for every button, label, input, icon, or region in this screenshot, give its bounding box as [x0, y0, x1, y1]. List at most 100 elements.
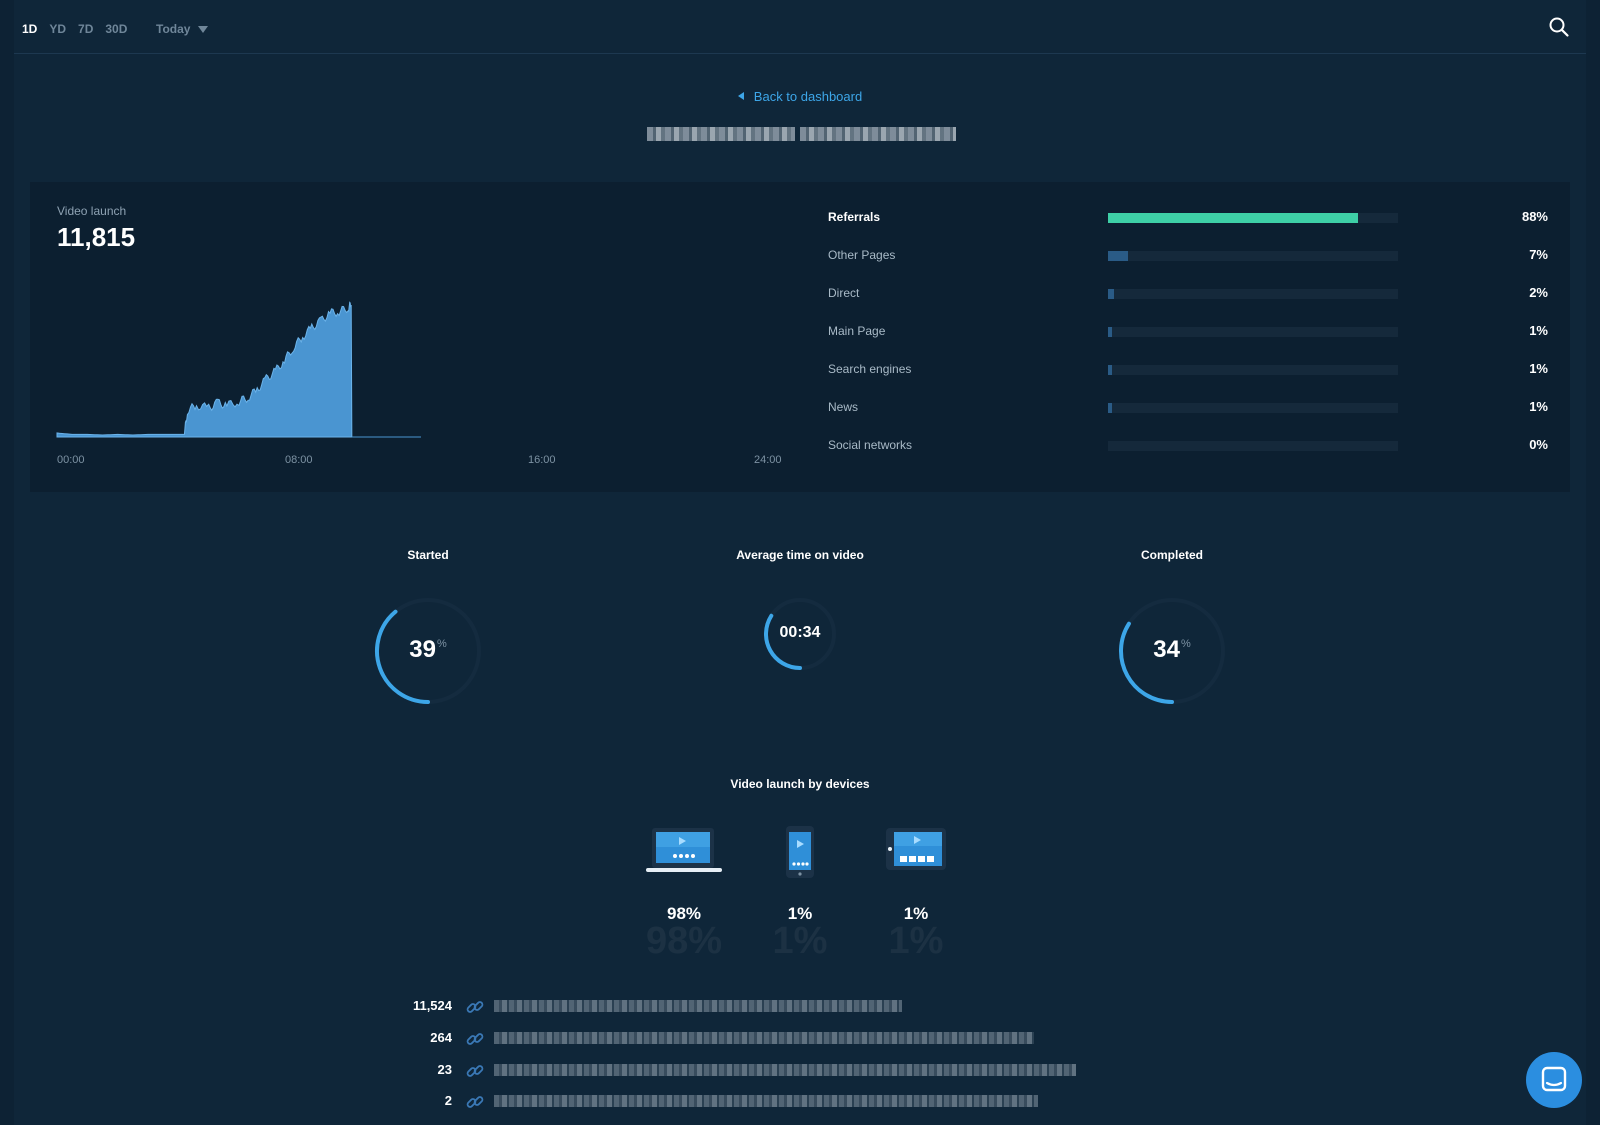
url-count: 264	[430, 1030, 452, 1045]
x-tick-label: 24:00	[754, 454, 782, 466]
device-phone: 1% 1%	[750, 826, 850, 962]
range-tabs: 1D YD 7D 30D	[22, 22, 127, 36]
phone-icon	[786, 826, 814, 878]
referral-row-news: News 1%	[828, 398, 1548, 418]
referral-label: News	[828, 400, 859, 414]
device-pct: 1%	[903, 904, 929, 923]
link-icon[interactable]	[466, 998, 484, 1016]
url-text-redacted[interactable]	[494, 1032, 1034, 1044]
percent-unit: %	[436, 638, 447, 650]
url-text-redacted[interactable]	[494, 1000, 902, 1012]
gauge-label-average-time: Average time on video	[736, 548, 864, 562]
referral-percent: 0%	[1529, 437, 1548, 452]
referral-bar-fill	[1108, 403, 1112, 413]
url-text-redacted[interactable]	[494, 1064, 1076, 1076]
back-to-dashboard-link[interactable]: Back to dashboard	[0, 89, 1600, 104]
referral-label: Referrals	[828, 210, 881, 224]
percent-unit: %	[1180, 638, 1191, 650]
gauge-label-started: Started	[407, 548, 449, 562]
laptop-icon	[646, 828, 722, 872]
device-pct-ghost: 98%	[645, 920, 723, 962]
left-edge	[0, 0, 14, 1125]
referral-bar-fill	[1108, 213, 1358, 223]
referral-bar-track	[1108, 365, 1398, 375]
back-link-label: Back to dashboard	[753, 89, 863, 104]
search-icon[interactable]	[1548, 16, 1570, 38]
referral-label: Other Pages	[828, 248, 896, 262]
device-pct: 98%	[666, 904, 702, 923]
device-pct: 1%	[787, 904, 813, 923]
referral-bar-fill	[1108, 327, 1112, 337]
link-icon[interactable]	[466, 1062, 484, 1080]
period-label: Today	[156, 22, 191, 36]
referral-percent: 1%	[1529, 361, 1548, 376]
back-arrow-icon	[737, 92, 744, 100]
referral-row-referrals: Referrals 88%	[828, 208, 1548, 228]
url-count: 23	[437, 1062, 452, 1077]
referral-percent: 7%	[1529, 247, 1548, 262]
chevron-down-icon	[198, 25, 209, 33]
video-launch-area	[56, 301, 353, 438]
x-tick-label: 16:00	[528, 454, 556, 466]
range-tab-1d[interactable]: 1D	[22, 22, 37, 36]
link-icon[interactable]	[466, 1030, 484, 1048]
referral-percent: 2%	[1529, 285, 1548, 300]
url-row: 264	[360, 1028, 1120, 1048]
period-dropdown[interactable]: Today	[156, 22, 209, 36]
referral-percent: 88%	[1521, 209, 1548, 224]
referral-bar-track	[1108, 213, 1398, 223]
range-tab-30d[interactable]: 30D	[105, 22, 127, 36]
range-tab-yd[interactable]: YD	[49, 22, 66, 36]
top-bar: 1D YD 7D 30D Today	[14, 0, 1586, 54]
referral-percent: 1%	[1529, 399, 1548, 414]
chat-button[interactable]	[1526, 1052, 1582, 1108]
video-launch-label: Video launch	[57, 204, 127, 218]
referral-bar-track	[1108, 441, 1398, 451]
completed-number: 34	[1153, 636, 1180, 663]
referral-row-main-page: Main Page 1%	[828, 322, 1548, 342]
video-launch-value: 11,815	[57, 222, 136, 252]
device-laptop: 98% 98%	[634, 826, 734, 962]
completed-value: 34%	[1117, 636, 1227, 664]
referral-percent: 1%	[1529, 323, 1548, 338]
right-edge	[1586, 0, 1600, 1125]
x-tick-label: 08:00	[285, 454, 313, 466]
devices-title: Video launch by devices	[730, 777, 870, 791]
url-text-redacted[interactable]	[494, 1095, 1038, 1107]
range-tab-7d[interactable]: 7D	[78, 22, 93, 36]
page-title-redacted	[647, 127, 956, 143]
average-time-value: 00:34	[779, 624, 821, 641]
referral-bar-track	[1108, 251, 1398, 261]
video-launch-panel: Video launch 11,815 00:00 08:00 16:00 24…	[30, 182, 1570, 492]
referral-bar-track	[1108, 289, 1398, 299]
started-value: 39%	[373, 636, 483, 664]
referral-bar-fill	[1108, 365, 1112, 375]
started-number: 39	[409, 636, 436, 663]
referral-row-direct: Direct 2%	[828, 284, 1548, 304]
referral-label: Main Page	[828, 324, 886, 338]
tablet-icon	[886, 828, 946, 870]
referral-row-social-networks: Social networks 0%	[828, 436, 1548, 456]
referral-label: Direct	[828, 286, 860, 300]
referral-label: Social networks	[828, 438, 913, 452]
referral-row-search-engines: Search engines 1%	[828, 360, 1548, 380]
referral-bar-track	[1108, 327, 1398, 337]
url-row: 2	[360, 1091, 1120, 1111]
url-count: 2	[444, 1093, 452, 1108]
url-row: 23	[360, 1060, 1120, 1080]
referral-bar-track	[1108, 403, 1398, 413]
chat-icon	[1541, 1066, 1567, 1092]
link-icon[interactable]	[466, 1093, 484, 1111]
device-tablet: 1% 1%	[866, 826, 966, 962]
url-count: 11,524	[412, 998, 452, 1013]
x-tick-label: 00:00	[57, 454, 85, 466]
device-pct-ghost: 1%	[888, 920, 944, 962]
video-launch-chart	[56, 301, 421, 438]
referral-bar-fill	[1108, 289, 1114, 299]
url-row: 11,524	[360, 996, 1120, 1016]
referral-label: Search engines	[828, 362, 912, 376]
referral-bar-fill	[1108, 251, 1128, 261]
referral-row-other-pages: Other Pages 7%	[828, 246, 1548, 266]
device-pct-ghost: 1%	[772, 920, 828, 962]
gauge-label-completed: Completed	[1140, 548, 1203, 562]
